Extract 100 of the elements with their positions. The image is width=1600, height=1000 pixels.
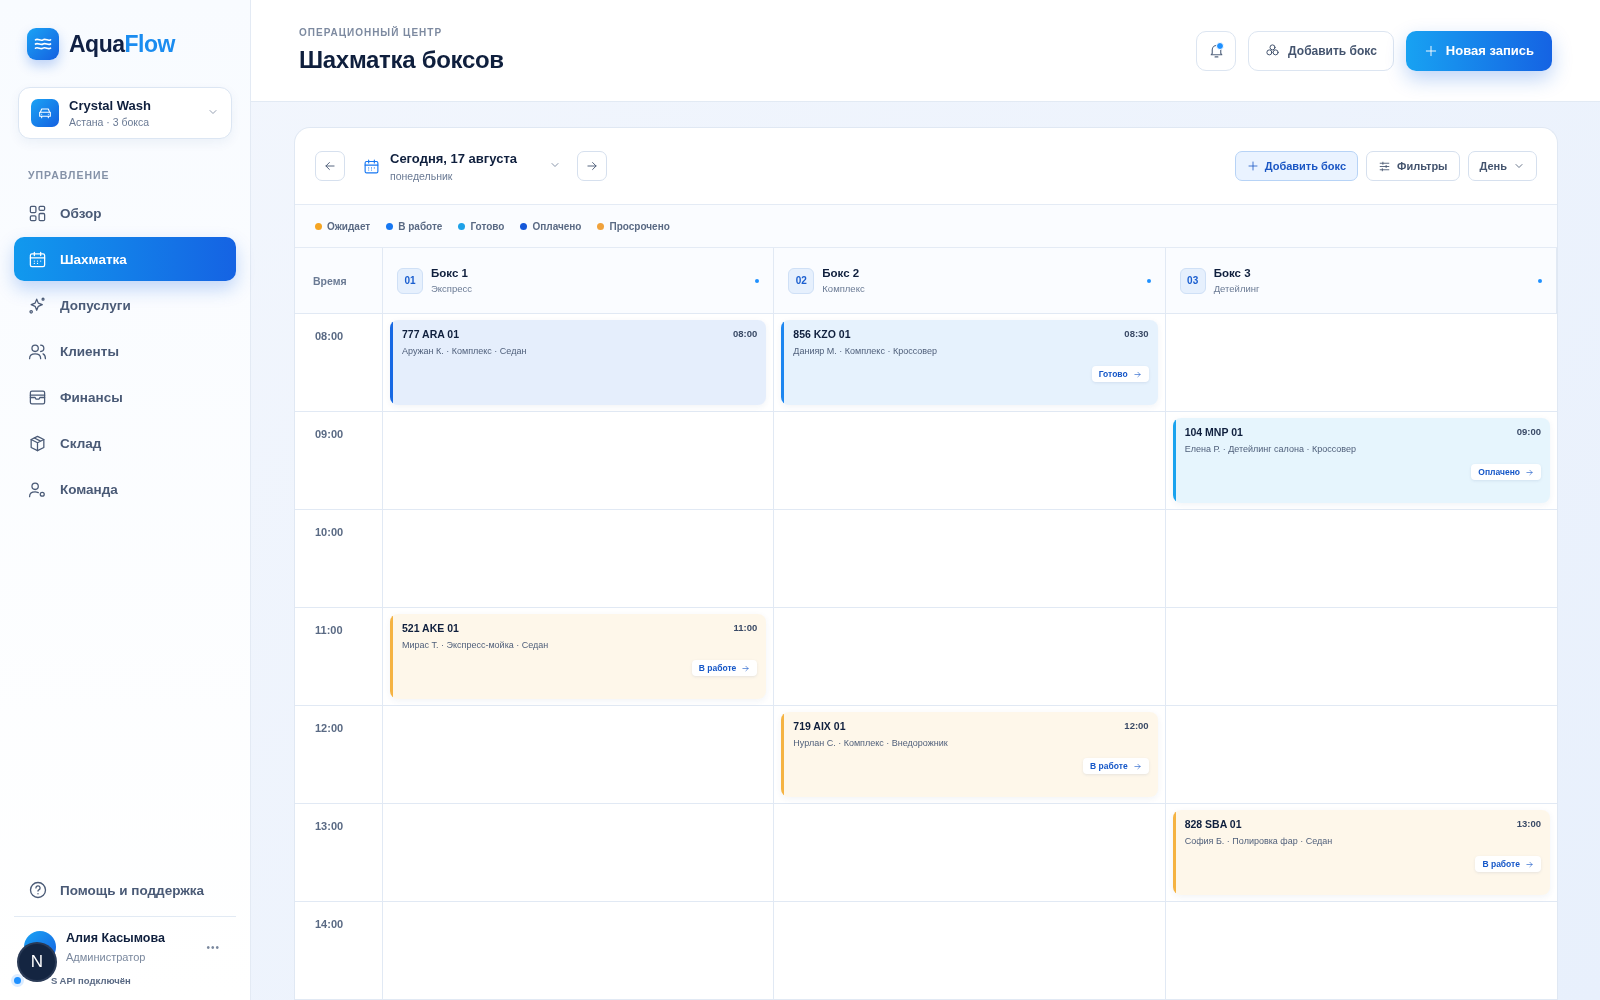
booking-card[interactable]: 828 SBA 01 13:00 София Б. · Полировка фар · Седан В работе bbox=[1172, 810, 1550, 895]
status-button[interactable]: В работе bbox=[1083, 758, 1149, 774]
booking-time: 09:00 bbox=[1516, 426, 1541, 438]
status-dot-icon bbox=[14, 977, 21, 984]
previous-day-button[interactable] bbox=[315, 151, 345, 181]
nav-item[interactable]: Клиенты bbox=[14, 329, 236, 373]
add-box-button[interactable]: Добавить бокс bbox=[1248, 30, 1394, 71]
status-button[interactable]: В работе bbox=[691, 660, 758, 676]
arrow-right-icon bbox=[1525, 859, 1534, 869]
time-label: 11:00 bbox=[315, 624, 343, 636]
box-name: Бокс 1 bbox=[431, 267, 469, 279]
nav-item[interactable]: Склад bbox=[14, 421, 236, 465]
nav-item[interactable]: Финансы bbox=[14, 375, 236, 419]
plate-number: 521 AKE 01 bbox=[402, 622, 459, 634]
location-subtitle: Астана · 3 бокса bbox=[69, 116, 151, 128]
location-selector[interactable]: Crystal Wash Астана · 3 бокса bbox=[18, 87, 232, 139]
box-name: Бокс 3 bbox=[1213, 267, 1252, 279]
section-label: УПРАВЛЕНИЕ bbox=[28, 169, 111, 181]
column-header: Время bbox=[312, 274, 347, 287]
location-name: Crystal Wash bbox=[69, 98, 152, 113]
filters-button[interactable]: Фильтры bbox=[1366, 151, 1460, 181]
sparkle-icon bbox=[28, 295, 47, 315]
time-label: 09:00 bbox=[315, 428, 344, 440]
booking-details: Мирас Т. · Экспресс-мойка · Седан bbox=[402, 640, 550, 650]
booking-card[interactable]: 521 AKE 01 11:00 Мирас Т. · Экспресс-мойка · Седан В работе bbox=[390, 614, 767, 699]
nav-item[interactable]: Команда bbox=[14, 467, 236, 511]
booking-card[interactable]: 719 AIX 01 12:00 Нурлан С. · Комплекс · Внедорожник В работе bbox=[781, 712, 1158, 797]
grid-cell[interactable] bbox=[383, 804, 775, 902]
help-link[interactable]: Помощь и поддержка bbox=[14, 872, 236, 908]
booking-details: София Б. · Полировка фар · Седан bbox=[1184, 836, 1334, 846]
grid-cell[interactable] bbox=[774, 608, 1166, 706]
booking-card[interactable]: 104 MNP 01 09:00 Елена Р. · Детейлинг салона · Кроссовер Оплачено bbox=[1172, 418, 1550, 503]
grid-cell[interactable] bbox=[774, 804, 1166, 902]
plate-number: 104 MNP 01 bbox=[1184, 426, 1243, 438]
grid-cell[interactable] bbox=[774, 412, 1166, 510]
grid-cell[interactable]: 777 ARA 01 08:00 Аружан К. · Комплекс · Седан bbox=[383, 314, 775, 412]
nav-item[interactable]: Обзор bbox=[14, 191, 236, 235]
booking-details: Нурлан С. · Комплекс · Внедорожник bbox=[793, 738, 949, 748]
time-label: 12:00 bbox=[315, 722, 344, 734]
booking-card[interactable]: 856 KZO 01 08:30 Данияр М. · Комплекс · Кроссовер Готово bbox=[781, 320, 1158, 405]
grid-cell[interactable]: 521 AKE 01 11:00 Мирас Т. · Экспресс-мойка · Седан В работе bbox=[383, 608, 775, 706]
status-button[interactable]: Оплачено bbox=[1471, 464, 1541, 480]
more-button[interactable]: ••• bbox=[200, 940, 226, 954]
user-role: Администратор bbox=[66, 951, 147, 963]
nav-item[interactable]: Шахматка bbox=[14, 237, 236, 281]
page-eyebrow: ОПЕРАЦИОННЫЙ ЦЕНТР bbox=[299, 27, 444, 38]
status-dot-icon bbox=[1146, 278, 1151, 283]
next-day-button[interactable] bbox=[577, 151, 607, 181]
help-icon bbox=[28, 880, 48, 900]
time-label: 14:00 bbox=[315, 918, 344, 930]
grid-cell[interactable] bbox=[383, 412, 775, 510]
logo-text: AquaFlow bbox=[69, 30, 175, 58]
boxes-icon bbox=[1265, 43, 1281, 58]
booking-card[interactable]: 777 ARA 01 08:00 Аружан К. · Комплекс · Седан bbox=[390, 320, 767, 405]
plus-icon bbox=[1423, 43, 1438, 58]
arrow-right-icon bbox=[585, 159, 599, 173]
time-label: 13:00 bbox=[315, 820, 344, 832]
plate-number: 856 KZO 01 bbox=[793, 328, 851, 340]
view-dropdown[interactable]: День bbox=[1467, 151, 1537, 181]
add-box-button[interactable]: Добавить бокс bbox=[1234, 151, 1359, 181]
box-number: 01 bbox=[397, 267, 423, 294]
grid-cell[interactable]: 104 MNP 01 09:00 Елена Р. · Детейлинг салона · Кроссовер Оплачено bbox=[1165, 412, 1557, 510]
box-number: 03 bbox=[1179, 267, 1206, 294]
arrow-right-icon bbox=[1525, 467, 1534, 477]
notifications-button[interactable] bbox=[1196, 30, 1237, 71]
booking-time: 08:00 bbox=[733, 328, 758, 340]
nav-item[interactable]: Допуслуги bbox=[14, 283, 236, 327]
time-label: 10:00 bbox=[315, 526, 344, 538]
plate-number: 777 ARA 01 bbox=[402, 328, 459, 340]
arrow-right-icon bbox=[1132, 369, 1142, 379]
grid-cell[interactable]: 719 AIX 01 12:00 Нурлан С. · Комплекс · Внедорожник В работе bbox=[774, 706, 1166, 804]
booking-time: 11:00 bbox=[733, 622, 758, 634]
logo-icon bbox=[27, 28, 59, 60]
grid-cell[interactable] bbox=[383, 510, 775, 608]
legend-label: Просрочено bbox=[609, 220, 670, 232]
new-record-button[interactable]: Новая запись bbox=[1405, 30, 1552, 71]
user-name: Алия Касымова bbox=[66, 931, 166, 945]
sliders-icon bbox=[1378, 159, 1392, 173]
date-picker[interactable]: Сегодня, 17 августа понедельник bbox=[363, 150, 561, 182]
grid-icon bbox=[28, 203, 47, 223]
arrow-right-icon bbox=[741, 663, 751, 673]
car-icon bbox=[31, 99, 59, 127]
status-button[interactable]: В работе bbox=[1475, 856, 1541, 872]
booking-details: Данияр М. · Комплекс · Кроссовер bbox=[793, 346, 938, 356]
booking-time: 13:00 bbox=[1516, 818, 1541, 830]
grid-cell[interactable] bbox=[383, 706, 775, 804]
plate-number: 828 SBA 01 bbox=[1184, 818, 1242, 830]
booking-time: 12:00 bbox=[1124, 720, 1149, 732]
grid-cell[interactable]: 856 KZO 01 08:30 Данияр М. · Комплекс · Кроссовер Готово bbox=[774, 314, 1166, 412]
status-button[interactable]: Готово bbox=[1091, 366, 1149, 382]
booking-details: Аружан К. · Комплекс · Седан bbox=[402, 346, 528, 356]
grid-cell[interactable]: 828 SBA 01 13:00 София Б. · Полировка фар · Седан В работе bbox=[1165, 804, 1557, 902]
grid-cell[interactable] bbox=[774, 510, 1166, 608]
box-icon bbox=[28, 433, 47, 453]
grid-cell[interactable] bbox=[383, 902, 775, 1000]
box-type: Экспресс bbox=[431, 283, 474, 294]
grid-cell[interactable] bbox=[774, 902, 1166, 1000]
booking-details: Елена Р. · Детейлинг салона · Кроссовер bbox=[1184, 444, 1357, 454]
plate-number: 719 AIX 01 bbox=[793, 720, 846, 732]
page-title: Шахматка боксов bbox=[299, 46, 505, 74]
